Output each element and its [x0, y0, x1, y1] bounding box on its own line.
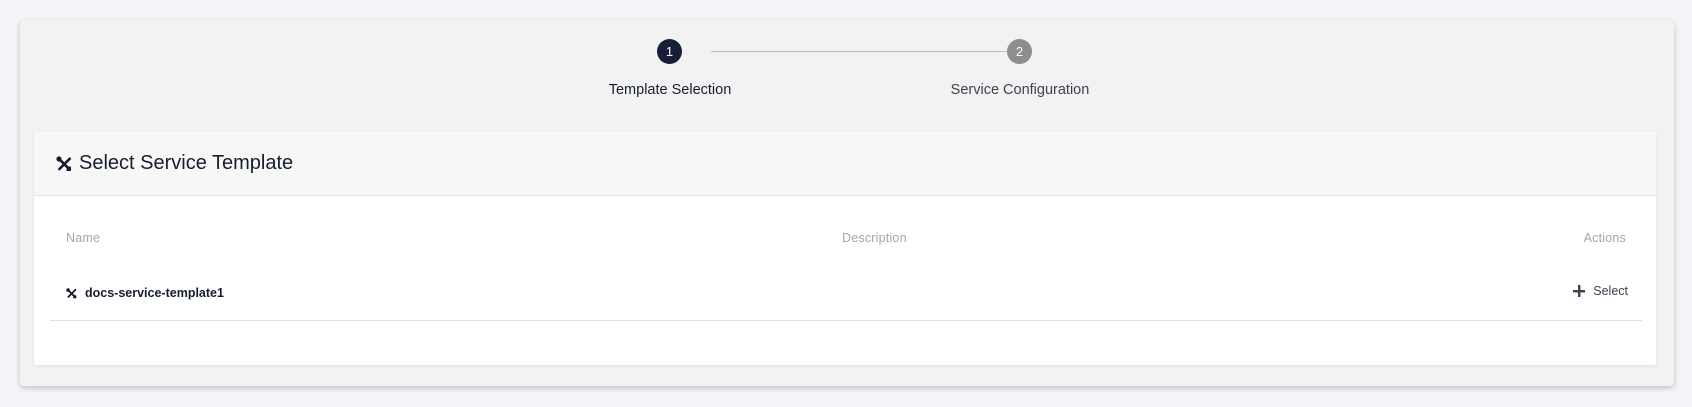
- card-header: Select Service Template: [34, 132, 1656, 196]
- card-title: Select Service Template: [79, 152, 294, 174]
- step-2-indicator[interactable]: 2: [1007, 39, 1032, 64]
- template-name: docs-service-template1: [85, 286, 224, 300]
- template-selection-card: Select Service Template Name Description…: [34, 132, 1656, 365]
- column-header-description: Description: [842, 231, 907, 245]
- tools-icon: [56, 155, 72, 172]
- step-connector: [711, 51, 1021, 52]
- table-row: docs-service-template1 Select: [50, 272, 1642, 321]
- templates-table: Name Description Actions docs-service-te…: [50, 196, 1642, 321]
- column-header-name: Name: [66, 231, 101, 245]
- select-button-label: Select: [1593, 284, 1628, 298]
- select-template-button[interactable]: Select: [1572, 284, 1628, 298]
- step-1-indicator[interactable]: 1: [657, 39, 682, 64]
- step-1-label: Template Selection: [608, 82, 732, 98]
- column-header-actions: Actions: [1583, 231, 1626, 245]
- step-2-label: Service Configuration: [950, 82, 1090, 98]
- template-name-cell: docs-service-template1: [66, 286, 224, 300]
- table-header: Name Description Actions: [50, 196, 1642, 272]
- plus-icon: [1572, 284, 1586, 298]
- service-template-wizard: 1 2 Template Selection Service Configura…: [20, 20, 1674, 386]
- tools-icon: [66, 287, 77, 299]
- wizard-steps: 1 2 Template Selection Service Configura…: [20, 20, 1674, 130]
